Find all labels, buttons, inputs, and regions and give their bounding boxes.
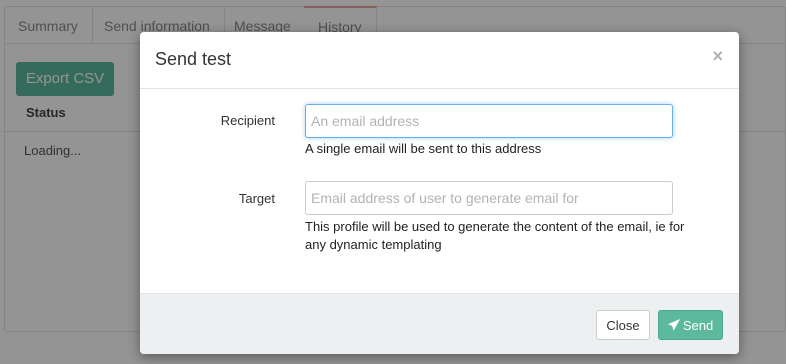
target-label: Target [238, 191, 275, 206]
send-test-modal: Send test × Recipient A single email wil… [140, 32, 739, 354]
send-button[interactable]: Send [658, 310, 723, 340]
modal-title: Send test [155, 49, 232, 69]
recipient-input[interactable] [305, 104, 673, 138]
recipient-label: Recipient [220, 113, 275, 128]
close-icon[interactable]: × [712, 46, 723, 67]
target-help-text: This profile will be used to generate th… [305, 219, 685, 252]
target-input[interactable] [305, 181, 673, 215]
modal-footer: Close Send [140, 293, 739, 354]
recipient-help-text: A single email will be sent to this addr… [305, 141, 542, 156]
modal-header: Send test × [140, 32, 739, 89]
close-button[interactable]: Close [596, 310, 650, 340]
send-button-label: Send [682, 317, 714, 333]
paper-plane-icon [667, 319, 680, 331]
